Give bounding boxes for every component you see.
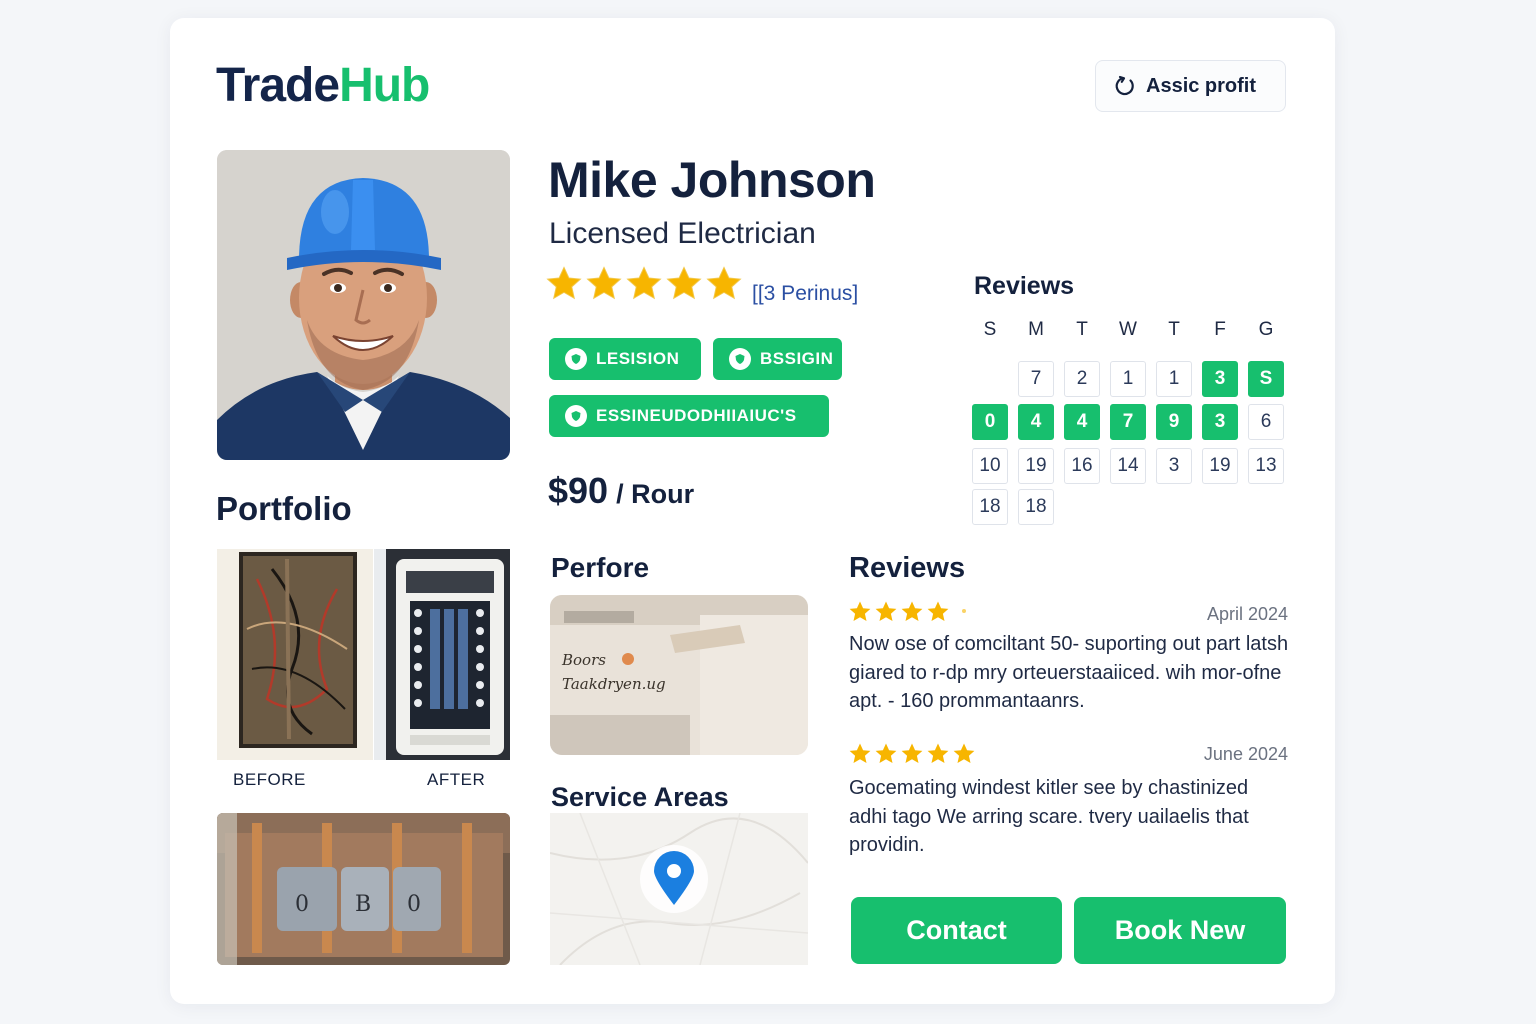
star-icon: [626, 266, 662, 300]
review-date: June 2024: [1203, 744, 1288, 764]
calendar-day-available[interactable]: 0: [972, 404, 1008, 440]
calendar-weekday: G: [1258, 319, 1274, 340]
review-text: Now ose of comciltant 50- suporting out …: [849, 633, 1289, 712]
calendar-day[interactable]: 18: [1018, 489, 1054, 525]
review-stars: [848, 742, 976, 766]
badge-label: ESSINEUDODHIIAIUC'S: [596, 406, 797, 425]
calendar-weekday: T: [1076, 319, 1088, 340]
insured-badge: ESSINEUDODHIIAIUC'S: [549, 395, 829, 437]
profile-photo: [217, 150, 510, 460]
calendar-weekday: W: [1119, 319, 1137, 340]
star-icon: [953, 743, 975, 763]
header-action-label: Assic profit: [1146, 74, 1257, 97]
profile-title: Licensed Electrician: [549, 217, 816, 250]
svg-text:0: 0: [407, 892, 421, 917]
calendar-day-available[interactable]: 9: [1156, 404, 1192, 440]
calendar-day-available[interactable]: 4: [1064, 404, 1100, 440]
profile-name: Mike Johnson: [548, 152, 876, 208]
calendar-day[interactable]: 16: [1064, 448, 1100, 484]
calendar-day[interactable]: 10: [972, 448, 1008, 484]
star-icon: [706, 266, 742, 300]
svg-text:B: B: [355, 892, 371, 917]
calendar-day[interactable]: 1: [1156, 361, 1192, 397]
calendar-day-available[interactable]: 3: [1202, 361, 1238, 397]
rating-stars: [545, 264, 743, 304]
calendar-weekday: T: [1168, 319, 1180, 340]
shield-check-icon: [565, 405, 587, 427]
review-stars: [848, 600, 976, 624]
calendar-day[interactable]: 19: [1018, 448, 1054, 484]
brand-logo-part1: Trade: [216, 59, 340, 112]
service-area-map[interactable]: [550, 813, 808, 965]
svg-text:0: 0: [295, 892, 309, 917]
reviews-heading: Reviews: [849, 552, 966, 584]
calendar-day[interactable]: 3: [1156, 448, 1192, 484]
calendar-day[interactable]: 18: [972, 489, 1008, 525]
brand-logo-part2: Hub: [339, 59, 430, 112]
star-icon-faint: [962, 609, 966, 613]
brand-logo[interactable]: TradeHub: [216, 58, 430, 114]
calendar-day-available[interactable]: 3: [1202, 404, 1238, 440]
calendar-weekday: S: [983, 319, 997, 340]
book-now-button[interactable]: Book New: [1074, 897, 1286, 964]
after-caption: AFTER: [427, 770, 486, 789]
calendar-day[interactable]: 13: [1248, 448, 1284, 484]
price-amount: $90: [548, 470, 609, 511]
badge-label: BSSIGIN: [760, 349, 834, 368]
calendar-day[interactable]: 1: [1110, 361, 1146, 397]
perfore-heading: Perfore: [551, 552, 650, 583]
design-badge: BSSIGIN: [713, 338, 842, 380]
shield-check-icon: [729, 348, 751, 370]
perfore-sign-line2: Taakdryen.ug: [562, 675, 666, 693]
star-icon: [586, 266, 622, 300]
license-badge: LESISION: [549, 338, 701, 380]
perfore-image[interactable]: Boors Taakdryen.ug: [550, 595, 808, 755]
review-text: Gocemating windest kitler see by chastin…: [849, 777, 1249, 856]
contact-button[interactable]: Contact: [851, 897, 1062, 964]
calendar-day[interactable]: 19: [1202, 448, 1238, 484]
calendar-day[interactable]: 2: [1064, 361, 1100, 397]
hourly-rate: $90 / Rour: [548, 470, 694, 512]
shield-check-icon: [565, 348, 587, 370]
perfore-sign-line1: Boors: [561, 651, 606, 669]
portfolio-before-image[interactable]: [217, 549, 373, 760]
portfolio-heading: Portfolio: [216, 490, 352, 527]
calendar-weekday: F: [1214, 319, 1226, 340]
portfolio-panel-image[interactable]: 0 B 0: [217, 813, 510, 965]
calendar-day-available[interactable]: 4: [1018, 404, 1054, 440]
star-icon: [666, 266, 702, 300]
star-icon: [901, 601, 923, 621]
calendar-heading: Reviews: [974, 272, 1075, 300]
price-unit: / Rour: [616, 479, 695, 509]
calendar-day[interactable]: 6: [1248, 404, 1284, 440]
review-date: April 2024: [1206, 604, 1288, 624]
star-icon: [546, 266, 582, 300]
calendar-day-available[interactable]: S: [1248, 361, 1284, 397]
before-caption: BEFORE: [233, 770, 306, 789]
header-action-button[interactable]: Assic profit: [1095, 60, 1286, 112]
calendar-day-available[interactable]: 7: [1110, 404, 1146, 440]
service-areas-heading: Service Areas: [551, 782, 729, 812]
star-icon: [927, 743, 949, 763]
calendar-day[interactable]: 7: [1018, 361, 1054, 397]
refresh-icon: [1115, 75, 1134, 96]
star-icon: [901, 743, 923, 763]
star-icon: [849, 601, 871, 621]
star-icon: [875, 743, 897, 763]
calendar-weekday: M: [1028, 319, 1044, 340]
star-icon: [875, 601, 897, 621]
star-icon: [849, 743, 871, 763]
portfolio-after-image[interactable]: [374, 549, 510, 760]
rating-count-link[interactable]: [[3 Perinus]: [752, 280, 858, 308]
calendar-day[interactable]: 14: [1110, 448, 1146, 484]
star-icon: [927, 601, 949, 621]
badge-label: LESISION: [596, 349, 680, 368]
